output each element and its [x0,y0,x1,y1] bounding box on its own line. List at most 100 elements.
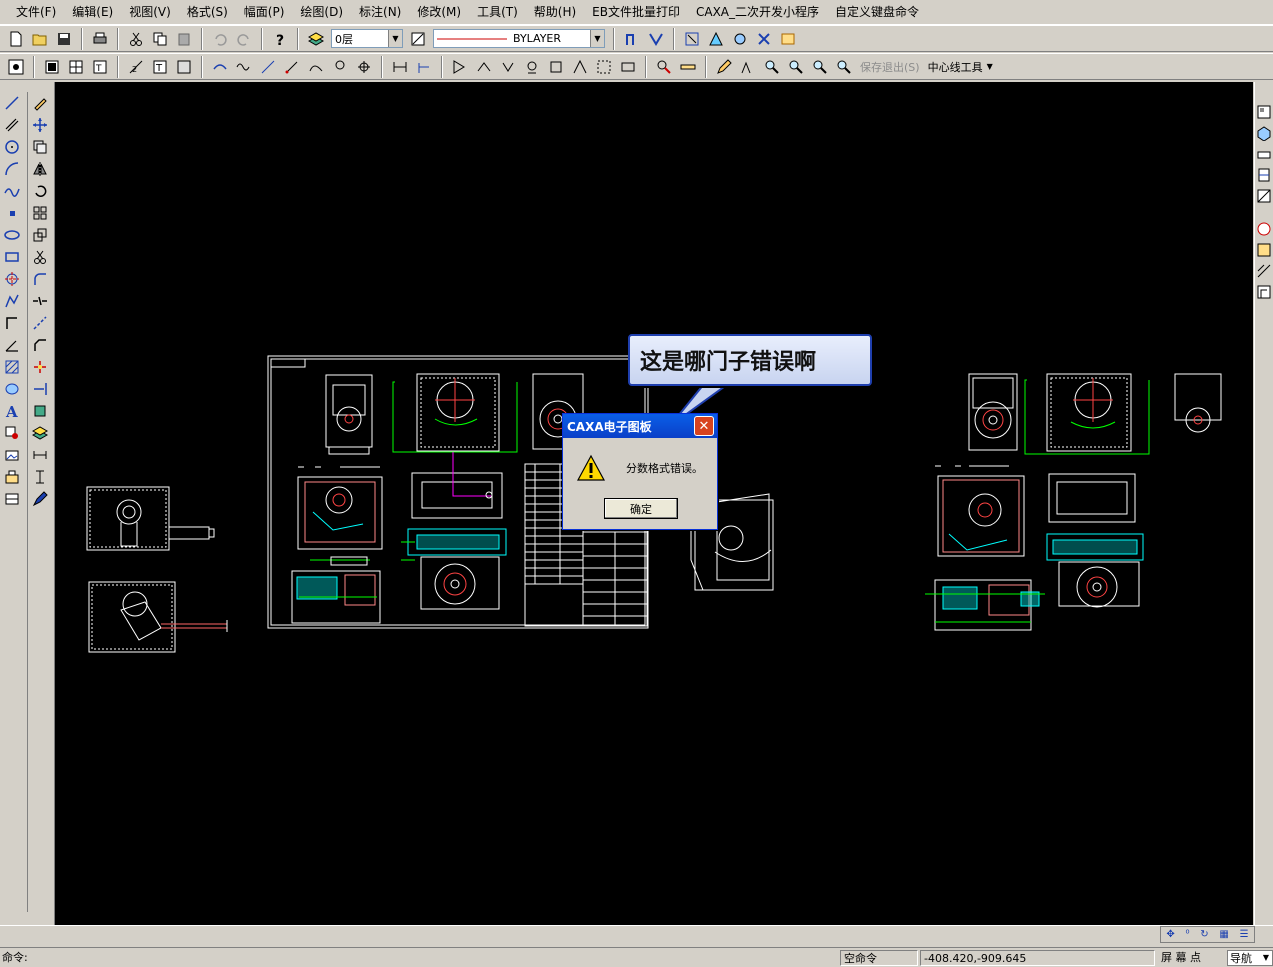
menu-dimension[interactable]: 标注(N) [351,1,409,23]
layer-select[interactable]: 0层 ▼ [331,29,403,48]
cut-icon[interactable] [125,28,147,50]
stretch-icon[interactable] [29,312,51,334]
explode-icon[interactable] [29,356,51,378]
match-icon[interactable] [29,400,51,422]
centerline-tool-menu[interactable]: 中心线工具 [924,59,987,75]
library-icon[interactable] [1,488,23,510]
tool-icon[interactable] [305,56,327,78]
menu-file[interactable]: 文件(F) [8,1,64,23]
copy-objects-icon[interactable] [29,136,51,158]
spline-icon[interactable] [1,180,23,202]
nav-mode-select[interactable]: 导航 ▼ [1227,950,1273,966]
save-exit-button[interactable]: 保存退出(S) [856,59,924,75]
linetype-icon[interactable] [407,28,429,50]
tool-icon[interactable] [777,28,799,50]
menu-eb-batch-print[interactable]: EB文件批量打印 [584,1,688,23]
linear-dim-icon[interactable] [389,56,411,78]
center-line-icon[interactable] [1,268,23,290]
menu-draw[interactable]: 绘图(D) [292,1,351,23]
view-side-icon[interactable] [1255,165,1272,185]
menu-custom-keyboard[interactable]: 自定义键盘命令 [827,1,927,23]
tool-icon[interactable] [729,28,751,50]
zoom-prev-icon[interactable] [833,56,855,78]
rotate-icon[interactable] [29,180,51,202]
tool-icon[interactable] [449,56,471,78]
open-folder-icon[interactable] [29,28,51,50]
grid-icon[interactable]: ▦ [1219,929,1228,940]
tool-icon[interactable] [593,56,615,78]
chevron-down-icon[interactable]: ▼ [590,30,604,47]
fillet-icon[interactable] [29,268,51,290]
point-icon[interactable] [1,202,23,224]
zoom-window-icon[interactable] [785,56,807,78]
tool-icon[interactable] [173,56,195,78]
text-icon[interactable]: T [149,56,171,78]
array-icon[interactable] [29,202,51,224]
fill-icon[interactable] [1,378,23,400]
ortho-icon[interactable] [645,28,667,50]
scale-icon[interactable] [29,224,51,246]
titleblock-icon[interactable] [41,56,63,78]
tool-icon[interactable] [413,56,435,78]
tool-icon[interactable] [617,56,639,78]
tool-icon[interactable] [705,28,727,50]
menu-view[interactable]: 视图(V) [121,1,179,23]
copy-icon[interactable] [149,28,171,50]
table-icon[interactable] [65,56,87,78]
eraser-icon[interactable] [29,92,51,114]
menu-format[interactable]: 格式(S) [179,1,236,23]
menu-modify[interactable]: 修改(M) [409,1,469,23]
dim-horizontal-icon[interactable] [29,444,51,466]
layer-icon[interactable] [305,28,327,50]
polyline-icon[interactable] [1,290,23,312]
block-icon[interactable] [1,422,23,444]
insert-icon[interactable] [1,466,23,488]
offset-icon[interactable] [1,312,23,334]
tool-icon[interactable] [281,56,303,78]
move-icon[interactable] [29,114,51,136]
tool-icon[interactable] [653,56,675,78]
mirror-icon[interactable] [29,158,51,180]
extend-icon[interactable] [29,378,51,400]
chevron-down-icon[interactable]: ▼ [388,30,402,47]
hatch-icon[interactable] [1,356,23,378]
circle-icon[interactable] [1,136,23,158]
chevron-down-icon[interactable]: ▼ [987,62,993,71]
linetype-select[interactable]: BYLAYER ▼ [433,29,605,48]
parallel-line-icon[interactable] [1,114,23,136]
zoom-icon[interactable] [761,56,783,78]
curve-icon[interactable] [209,56,231,78]
measure-icon[interactable] [677,56,699,78]
tool-icon[interactable]: 2 [125,56,147,78]
menu-caxa-dev[interactable]: CAXA_二次开发小程序 [688,1,827,23]
close-button[interactable]: ✕ [694,416,714,436]
arc-icon[interactable] [1,158,23,180]
dim-vertical-icon[interactable] [29,466,51,488]
save-icon[interactable] [53,28,75,50]
pencil-icon[interactable] [713,56,735,78]
tool-icon[interactable] [681,28,703,50]
new-file-icon[interactable] [5,28,27,50]
sheet-icon[interactable]: T [89,56,111,78]
paste-icon[interactable] [173,28,195,50]
redo-icon[interactable] [233,28,255,50]
line-icon[interactable] [1,92,23,114]
pan-icon[interactable]: ✥ [1166,929,1174,940]
tool-icon[interactable] [737,56,759,78]
angle-line-icon[interactable] [1,334,23,356]
tool-icon[interactable] [329,56,351,78]
tool-icon[interactable] [521,56,543,78]
chamfer-icon[interactable] [29,334,51,356]
help-icon[interactable]: ? [269,28,291,50]
menu-sheet[interactable]: 幅面(P) [236,1,293,23]
print-icon[interactable] [89,28,111,50]
tool-icon[interactable] [473,56,495,78]
tool-icon[interactable] [257,56,279,78]
rectangle-icon[interactable] [1,246,23,268]
menu-tools[interactable]: 工具(T) [469,1,526,23]
trim-icon[interactable] [29,246,51,268]
tool-icon[interactable] [569,56,591,78]
tool-icon[interactable] [353,56,375,78]
tool-icon[interactable] [753,28,775,50]
snap-mode-toggle[interactable]: 屏 幕 点 [1158,950,1226,966]
